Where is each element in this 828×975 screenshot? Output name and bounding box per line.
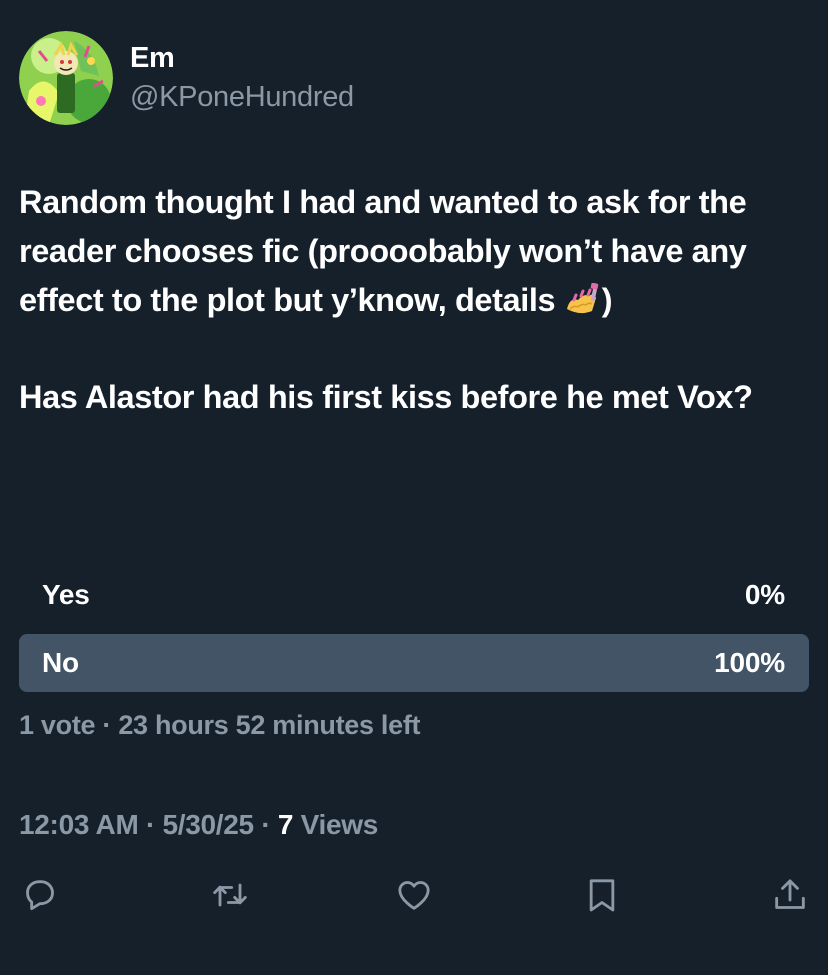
avatar-image bbox=[19, 31, 113, 125]
tweet-text: Random thought I had and wanted to ask f… bbox=[19, 178, 809, 422]
tweet-paragraph-1: Random thought I had and wanted to ask f… bbox=[19, 178, 809, 325]
poll-option-label: Yes bbox=[42, 579, 90, 610]
action-bar bbox=[0, 870, 828, 922]
views-count: 7 bbox=[277, 809, 294, 840]
retweet-icon bbox=[213, 883, 247, 907]
tweet-date[interactable]: 5/30/25 bbox=[163, 809, 255, 840]
bookmark-button[interactable] bbox=[577, 870, 627, 920]
poll-option-yes: Yes 0% bbox=[19, 566, 809, 624]
poll-option-no: No 100% bbox=[19, 634, 809, 692]
separator-dot: · bbox=[145, 809, 163, 840]
like-button[interactable] bbox=[389, 870, 439, 920]
poll-bar-no bbox=[19, 634, 809, 692]
poll-meta: 1 vote · 23 hours 52 minutes left bbox=[19, 710, 421, 740]
share-button[interactable] bbox=[765, 870, 815, 920]
views-label: Views bbox=[300, 809, 379, 840]
tweet-paragraph-1-text: Random thought I had and wanted to ask f… bbox=[19, 184, 747, 318]
tweet-timestamp-row: 12:03 AM · 5/30/25 · 7 Views bbox=[19, 809, 378, 841]
reply-icon bbox=[26, 880, 54, 911]
tweet-paragraph-1-end: ) bbox=[601, 282, 613, 318]
retweet-button[interactable] bbox=[205, 870, 255, 920]
poll-option-percent: 100% bbox=[714, 647, 785, 678]
reply-button[interactable] bbox=[15, 870, 65, 920]
like-icon bbox=[398, 881, 430, 910]
bookmark-icon bbox=[589, 879, 615, 912]
nail-polish-emoji bbox=[564, 282, 602, 316]
share-icon bbox=[775, 879, 805, 909]
poll-option-label: No bbox=[42, 647, 79, 678]
tweet-time[interactable]: 12:03 AM bbox=[19, 809, 139, 840]
avatar[interactable] bbox=[19, 31, 113, 125]
poll-option-percent: 0% bbox=[744, 579, 785, 610]
author-handle[interactable]: @KPoneHundred bbox=[130, 81, 354, 114]
author-display-name[interactable]: Em bbox=[130, 42, 175, 75]
tweet-paragraph-2: Has Alastor had his first kiss before he… bbox=[19, 379, 753, 415]
tweet-detail: Em @KPoneHundred Random thought I had an… bbox=[0, 0, 828, 975]
separator-dot: · bbox=[261, 809, 278, 840]
